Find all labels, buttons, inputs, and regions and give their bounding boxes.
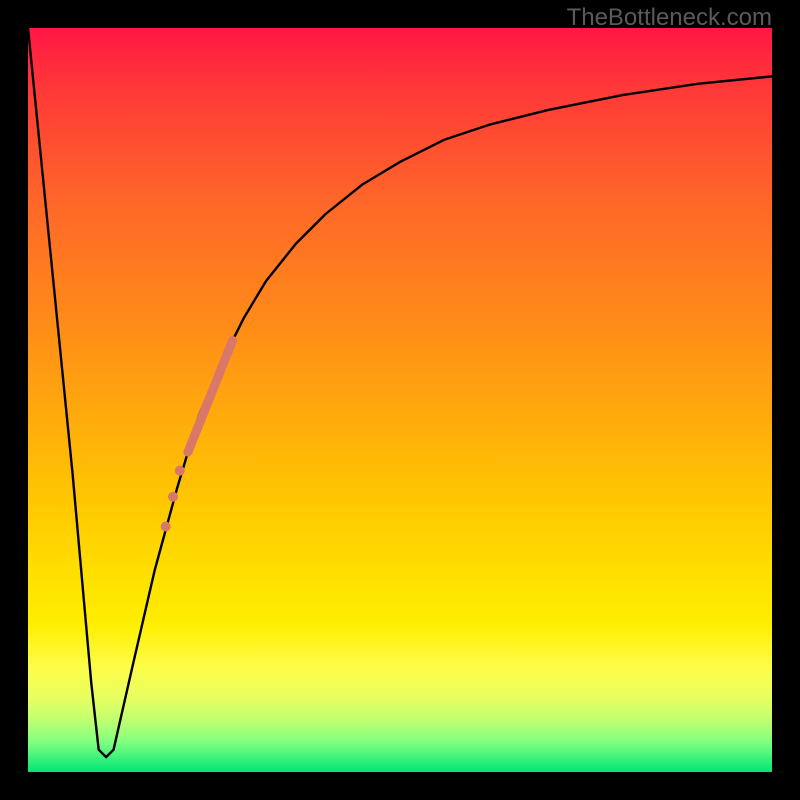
chart-container: TheBottleneck.com bbox=[0, 0, 800, 800]
highlight-segment bbox=[188, 340, 233, 452]
watermark-text: TheBottleneck.com bbox=[567, 4, 772, 32]
plot-area bbox=[28, 28, 772, 772]
plot-svg bbox=[28, 28, 772, 772]
curve-line bbox=[28, 28, 772, 757]
